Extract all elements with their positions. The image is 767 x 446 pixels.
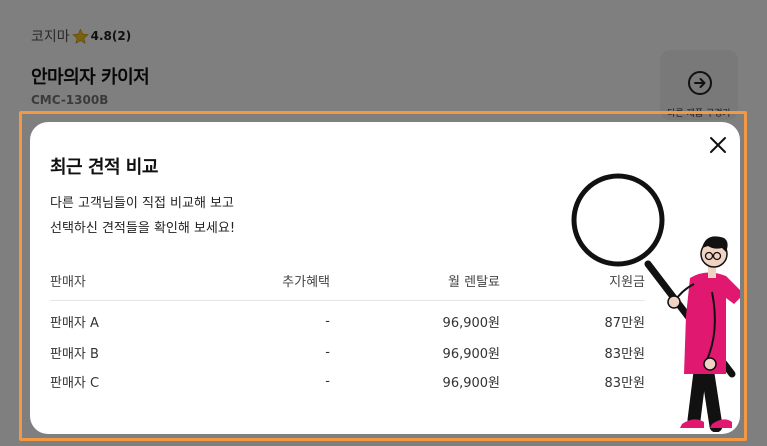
description-line-2: 선택하신 견적들을 확인해 보세요! (50, 221, 236, 236)
cell-seller: 판매자 A (50, 315, 99, 331)
cell-benefit: - (325, 313, 330, 329)
cell-benefit: - (325, 345, 330, 360)
magnifier-person-illustration (571, 173, 740, 432)
table-row: 판매자 B - 96,900원 83만원 (50, 338, 645, 367)
quote-compare-modal: 최근 견적 비교 다른 고객님들이 직접 비교해 보고 선택하신 견적들을 확인… (30, 122, 740, 434)
cell-monthly-fee: 96,900원 (442, 376, 500, 391)
cell-seller: 판매자 C (50, 376, 100, 391)
header-monthly-fee: 월 렌탈료 (330, 262, 500, 301)
modal-title: 최근 견적 비교 (50, 157, 158, 178)
cell-monthly-fee: 96,900원 (442, 315, 500, 331)
quote-table: 판매자 추가혜택 월 렌탈료 지원금 판매자 A - 96,900원 87만원 … (50, 262, 645, 396)
header-seller: 판매자 (50, 262, 190, 301)
table-header-row: 판매자 추가혜택 월 렌탈료 지원금 (50, 262, 645, 301)
header-benefit: 추가혜택 (190, 262, 330, 301)
cell-seller: 판매자 B (50, 347, 99, 362)
description-line-1: 다른 고객님들이 직접 비교해 보고 (50, 196, 234, 211)
table-row: 판매자 A - 96,900원 87만원 (50, 300, 645, 338)
cell-monthly-fee: 96,900원 (442, 347, 500, 362)
modal-description: 다른 고객님들이 직접 비교해 보고 선택하신 견적들을 확인해 보세요! (50, 191, 235, 241)
cell-benefit: - (325, 374, 330, 389)
table-row: 판매자 C - 96,900원 83만원 (50, 367, 645, 396)
